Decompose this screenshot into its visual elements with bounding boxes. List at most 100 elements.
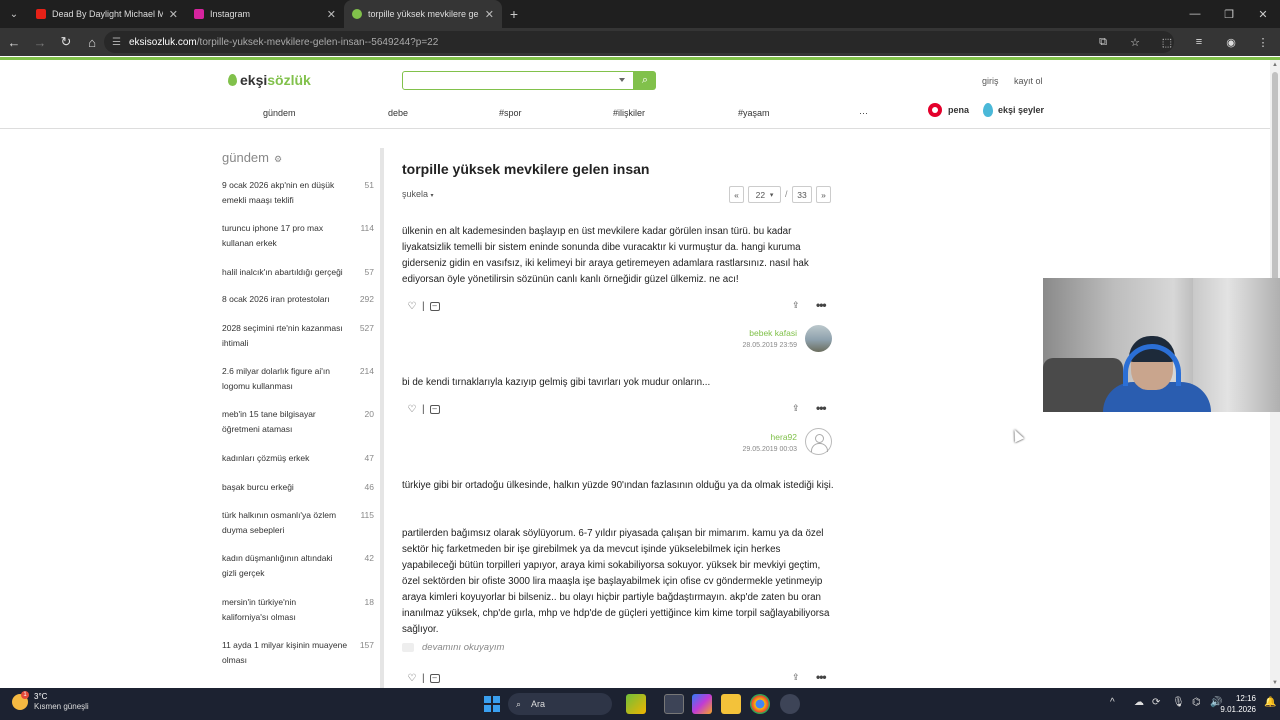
downvote-icon[interactable]: – (429, 300, 441, 312)
search-button[interactable]: ⌕ (634, 71, 656, 90)
share-icon[interactable]: ⇪ (792, 300, 800, 311)
notifications-bell-icon[interactable]: 🔔 (1264, 697, 1276, 708)
tab-instagram[interactable]: Instagram ✕ (186, 0, 344, 28)
microphone-icon[interactable]: 🎙 (1172, 697, 1185, 708)
gear-icon[interactable]: ⚙ (274, 154, 282, 164)
menu-kebab-icon[interactable]: ⋮ (1252, 31, 1274, 53)
entry-author[interactable]: hera92 (720, 432, 797, 442)
topic-title[interactable]: torpille yüksek mevkilere gelen insan (402, 161, 649, 177)
topic-count: 42 (364, 553, 374, 563)
task-view-icon[interactable] (664, 694, 684, 714)
minimize-icon[interactable]: — (1178, 0, 1212, 28)
reload-icon[interactable]: ↻ (54, 30, 78, 54)
nav-iliskiler[interactable]: #ilişkiler (613, 108, 645, 118)
list-item[interactable]: turuncu iphone 17 pro max kullanan erkek… (222, 221, 374, 251)
widgets-icon[interactable] (626, 694, 646, 714)
sidebar-scrollbar[interactable] (380, 148, 384, 688)
app-icon[interactable] (780, 694, 800, 714)
nav-more[interactable]: ··· (859, 108, 868, 118)
avatar[interactable] (805, 428, 832, 455)
more-options-icon[interactable]: ••• (816, 670, 827, 684)
close-tab-icon[interactable]: ✕ (485, 8, 494, 21)
forward-icon[interactable]: → (28, 30, 52, 54)
tab-youtube[interactable]: Dead By Daylight Michael Mye ✕ (28, 0, 186, 28)
list-item[interactable]: kadınları çözmüş erkek 47 (222, 451, 374, 466)
list-item[interactable]: 9 ocak 2026 akp'nin en düşük emekli maaş… (222, 178, 374, 208)
search-input[interactable] (402, 71, 634, 90)
sort-dropdown[interactable]: şukela ▾ (402, 189, 434, 199)
windows-start-icon[interactable] (484, 696, 500, 712)
wifi-icon[interactable]: ⌬ (1192, 697, 1201, 708)
back-icon[interactable]: ← (2, 30, 26, 54)
list-item[interactable]: 11 ayda 1 milyar kişinin muayene olması 1… (222, 638, 374, 668)
taskbar-search[interactable]: ⌕ Ara (508, 693, 612, 715)
sync-icon[interactable]: ⟳ (1152, 697, 1160, 708)
eksi-seyler-link[interactable]: ekşi şeyler (983, 103, 1044, 117)
search-dropdown-icon[interactable] (619, 78, 625, 82)
new-tab-button[interactable]: + (502, 6, 526, 22)
list-item[interactable]: 2.6 milyar dolarlık figure ai'ın logomu … (222, 364, 374, 394)
extensions-icon[interactable]: ⬚ (1156, 31, 1178, 53)
read-more-link[interactable]: devamını okuyayım (402, 642, 504, 653)
pena-link[interactable]: pena (928, 103, 969, 117)
list-item[interactable]: 8 ocak 2026 iran protestoları 292 (222, 292, 374, 307)
next-page-button[interactable]: » (816, 186, 831, 203)
close-tab-icon[interactable]: ✕ (169, 8, 178, 21)
entry-date[interactable]: 29.05.2019 00:03 (720, 446, 798, 453)
install-app-icon[interactable]: ⧉ (1092, 31, 1114, 53)
weather-widget[interactable]: 1 3°C Kısmen güneşli (12, 691, 89, 712)
avatar[interactable] (805, 325, 832, 352)
topic-count: 57 (364, 267, 374, 277)
list-item[interactable]: türk halkının osmanlı'ya özlem duyma seb… (222, 508, 374, 538)
entry-author[interactable]: bebek kafasi (720, 328, 797, 338)
nav-spor[interactable]: #spor (499, 108, 522, 118)
tray-expand-icon[interactable]: ^ (1110, 697, 1115, 708)
last-page-button[interactable]: 33 (792, 186, 812, 203)
restore-icon[interactable]: ❐ (1212, 0, 1246, 28)
entry-date[interactable]: 28.05.2019 23:59 (720, 342, 798, 349)
list-item[interactable]: halil inalcık'ın abartıldığı gerçeği 57 (222, 265, 374, 280)
list-item[interactable]: 2028 seçimini rte'nin kazanması ihtimali… (222, 321, 374, 351)
topic-title: turuncu iphone 17 pro max kullanan erkek (222, 223, 324, 248)
file-explorer-icon[interactable] (721, 694, 741, 714)
nav-debe[interactable]: debe (388, 108, 408, 118)
copilot-icon[interactable] (692, 694, 712, 714)
chevron-down-icon: ▾ (769, 191, 774, 199)
chrome-icon[interactable] (750, 694, 770, 714)
list-item[interactable]: kadın düşmanlığının altındaki gizli gerç… (222, 551, 374, 581)
media-icon[interactable]: ≡ (1188, 31, 1210, 53)
home-icon[interactable]: ⌂ (80, 30, 104, 54)
nav-gundem[interactable]: gündem (263, 108, 296, 118)
nav-yasam[interactable]: #yaşam (738, 108, 770, 118)
list-item[interactable]: mersin'in türkiye'nin kaliforniya'sı olm… (222, 595, 374, 625)
downvote-icon[interactable]: – (429, 403, 441, 415)
share-icon[interactable]: ⇪ (792, 403, 800, 414)
cloud-icon[interactable]: ☁ (1134, 697, 1144, 708)
list-item[interactable]: meb'in 15 tane bilgisayar öğretmeni atam… (222, 407, 374, 437)
prev-page-button[interactable]: « (729, 186, 744, 203)
close-tab-icon[interactable]: ✕ (327, 8, 336, 21)
close-window-icon[interactable]: ✕ (1246, 0, 1280, 28)
more-options-icon[interactable]: ••• (816, 401, 827, 415)
share-icon[interactable]: ⇪ (792, 672, 800, 683)
tab-search-icon[interactable]: ⌄ (0, 0, 28, 28)
system-clock[interactable]: 12:16 9.01.2026 (1220, 693, 1256, 715)
topic-title: 9 ocak 2026 akp'nin en düşük emekli maaş… (222, 180, 335, 205)
heart-icon[interactable]: ♡ (406, 300, 418, 312)
heart-icon[interactable]: ♡ (406, 672, 418, 684)
heart-icon[interactable]: ♡ (406, 403, 418, 415)
register-link[interactable]: kayıt ol (1014, 76, 1043, 86)
url-bar[interactable]: ☰ eksisozluk.com/torpille-yuksek-mevkile… (104, 31, 1174, 53)
bookmark-star-icon[interactable]: ☆ (1124, 31, 1146, 53)
scroll-down-icon[interactable]: ▼ (1272, 680, 1278, 686)
site-info-icon[interactable]: ☰ (112, 37, 121, 48)
list-item[interactable]: başak burcu erkeği 46 (222, 480, 374, 495)
scroll-up-icon[interactable]: ▲ (1272, 62, 1278, 68)
tab-eksisozluk[interactable]: torpille yüksek mevkilere gelen ✕ (344, 0, 502, 28)
more-options-icon[interactable]: ••• (816, 298, 827, 312)
page-select[interactable]: 22 ▾ (748, 186, 781, 203)
downvote-icon[interactable]: – (429, 672, 441, 684)
site-logo[interactable]: ekşi sözlük (228, 72, 311, 88)
login-link[interactable]: giriş (982, 76, 999, 86)
profile-avatar-icon[interactable]: ◉ (1220, 31, 1242, 53)
